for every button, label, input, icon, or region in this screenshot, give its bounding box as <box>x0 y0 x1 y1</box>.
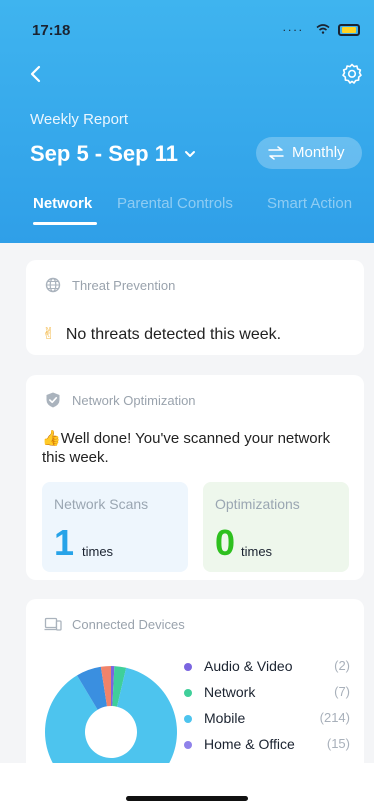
globe-icon <box>45 277 61 293</box>
period-toggle-label: Monthly <box>292 144 345 161</box>
tab-bar: Network Parental Controls Smart Action <box>0 195 374 231</box>
legend-item-network: Network (7) <box>180 684 354 710</box>
legend-dot <box>184 663 192 671</box>
battery-icon <box>338 24 360 36</box>
legend-name: Mobile <box>204 710 246 726</box>
network-scans-unit: times <box>82 544 114 559</box>
devices-card-title: Connected Devices <box>72 617 185 632</box>
legend-name: Audio & Video <box>204 658 293 674</box>
optimization-card-title: Network Optimization <box>72 393 196 408</box>
optimizations-value: 0 <box>215 522 236 563</box>
network-scans-stat: Network Scans 1 times <box>42 482 188 572</box>
optimizations-unit: times <box>241 544 273 559</box>
back-icon[interactable] <box>26 64 46 84</box>
legend-count: (7) <box>334 684 350 699</box>
home-indicator[interactable] <box>126 796 248 801</box>
thumbs-up-icon: 👍 <box>42 430 61 447</box>
wifi-icon <box>316 24 330 34</box>
status-time: 17:18 <box>32 22 71 39</box>
tab-smart-action[interactable]: Smart Action <box>267 195 352 212</box>
victory-hand-icon: ✌ <box>42 326 56 343</box>
legend-item-audio-video: Audio & Video (2) <box>180 658 354 684</box>
home-indicator-area <box>0 763 374 805</box>
signal-icon: .... <box>282 20 304 34</box>
legend-name: Network <box>204 684 256 700</box>
optimization-message: 👍Well done! You've scanned your network … <box>42 429 342 467</box>
report-content: Threat Prevention ✌ No threats detected … <box>0 243 374 799</box>
legend-count: (15) <box>326 736 350 751</box>
legend-name: Home & Office <box>204 736 295 752</box>
legend-dot <box>184 741 192 749</box>
tab-network[interactable]: Network <box>33 195 92 212</box>
threat-message-text: No threats detected this week. <box>65 326 282 343</box>
shield-check-icon <box>46 392 60 408</box>
active-tab-indicator <box>33 222 97 225</box>
network-scans-value: 1 <box>54 522 75 563</box>
legend-item-mobile: Mobile (214) <box>180 710 354 736</box>
legend-dot <box>184 715 192 723</box>
legend-count: (2) <box>334 658 350 673</box>
optimizations-label: Optimizations <box>215 496 300 512</box>
network-scans-label: Network Scans <box>54 496 149 512</box>
status-bar: 17:18 .... <box>0 0 374 40</box>
threat-message: ✌ No threats detected this week. <box>42 324 281 344</box>
date-range-selector[interactable]: Sep 5 - Sep 11 <box>30 141 178 167</box>
legend-item-home-office: Home & Office (15) <box>180 736 354 762</box>
threat-card-title: Threat Prevention <box>72 278 176 293</box>
period-toggle-button[interactable]: Monthly <box>256 137 362 169</box>
tab-parental-controls[interactable]: Parental Controls <box>117 195 233 212</box>
legend-count: (214) <box>319 710 350 725</box>
gear-icon[interactable] <box>340 62 364 86</box>
devices-icon <box>44 617 62 631</box>
report-subtitle: Weekly Report <box>30 111 129 128</box>
optimization-message-text: Well done! You've scanned your network t… <box>42 430 331 466</box>
swap-icon <box>268 146 284 160</box>
devices-legend: Audio & Video (2) Network (7) Mobile (21… <box>180 658 354 762</box>
threat-prevention-card: Threat Prevention ✌ No threats detected … <box>26 260 364 355</box>
header: 17:18 .... Weekly Report Sep 5 - Sep 11 … <box>0 0 374 243</box>
optimizations-stat: Optimizations 0 times <box>203 482 349 572</box>
legend-dot <box>184 689 192 697</box>
chevron-down-icon[interactable] <box>183 147 197 161</box>
network-optimization-card: Network Optimization 👍Well done! You've … <box>26 375 364 580</box>
